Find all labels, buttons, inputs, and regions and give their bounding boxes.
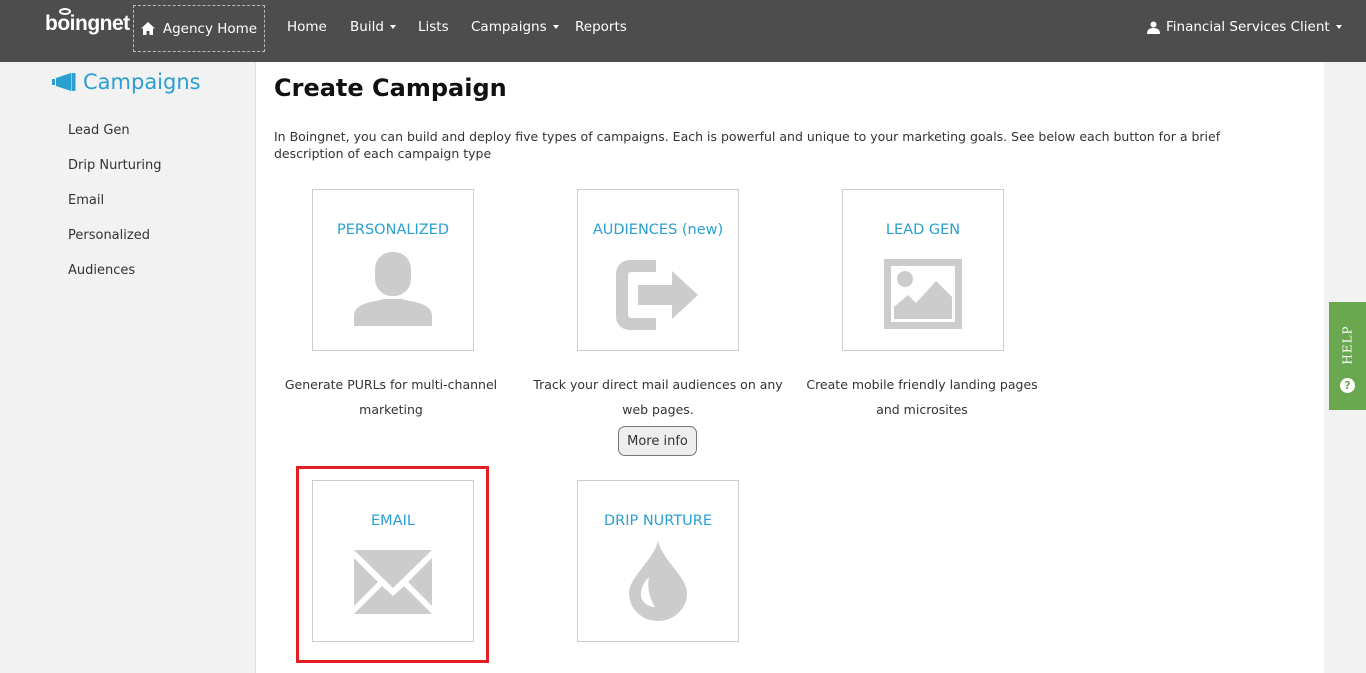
user-name: Financial Services Client xyxy=(1166,19,1330,35)
sidebar-item-drip-nurturing[interactable]: Drip Nurturing xyxy=(68,158,161,173)
sidebar-item-email[interactable]: Email xyxy=(68,193,104,208)
card-title: LEAD GEN xyxy=(885,222,961,238)
water-drop-icon xyxy=(629,541,687,621)
home-icon xyxy=(140,22,155,35)
caret-down-icon xyxy=(1335,25,1342,29)
card-title: DRIP NURTURE xyxy=(603,513,713,529)
nav-lists[interactable]: Lists xyxy=(418,0,449,54)
drip-nurture-card[interactable]: DRIP NURTURE xyxy=(577,480,739,642)
nav-campaigns[interactable]: Campaigns xyxy=(471,0,559,54)
question-icon: ? xyxy=(1340,378,1355,393)
personalized-card[interactable]: PERSONALIZED xyxy=(312,189,474,351)
sign-out-arrow-icon xyxy=(616,260,698,330)
boingnet-logo[interactable]: boingnet xyxy=(45,8,130,36)
agency-home-label: Agency Home xyxy=(162,20,258,37)
nav-build[interactable]: Build xyxy=(350,0,396,54)
intro-text: In Boingnet, you can build and deploy fi… xyxy=(274,129,1221,161)
user-menu[interactable]: Financial Services Client xyxy=(1147,0,1342,54)
lead-gen-card[interactable]: LEAD GEN xyxy=(842,189,1004,351)
more-info-button[interactable]: More info xyxy=(618,426,697,456)
sidebar-item-audiences[interactable]: Audiences xyxy=(68,263,135,278)
sidebar: Campaigns Lead Gen Drip Nurturing Email … xyxy=(0,62,256,673)
sidebar-title: Campaigns xyxy=(52,70,201,94)
caret-down-icon xyxy=(552,25,559,29)
image-picture-icon xyxy=(884,259,962,329)
help-label: HELP xyxy=(1341,325,1355,365)
sidebar-item-personalized[interactable]: Personalized xyxy=(68,228,150,243)
logo-halo xyxy=(59,8,71,15)
personalized-description: Generate PURLs for multi-channel marketi… xyxy=(284,377,498,417)
audiences-description: Track your direct mail audiences on any … xyxy=(533,377,783,417)
email-card-highlight xyxy=(296,466,489,663)
nav-reports[interactable]: Reports xyxy=(575,0,627,54)
top-navbar: boingnet Agency Home Home Build Lists Ca… xyxy=(0,0,1366,62)
page-title: Create Campaign xyxy=(274,74,507,102)
card-title: PERSONALIZED xyxy=(337,222,449,238)
sidebar-item-lead-gen[interactable]: Lead Gen xyxy=(68,123,130,138)
megaphone-icon xyxy=(52,73,76,91)
nav-home[interactable]: Home xyxy=(287,0,327,54)
caret-down-icon xyxy=(389,25,396,29)
help-tab[interactable]: HELP ? xyxy=(1329,302,1366,410)
lead-gen-description: Create mobile friendly landing pages and… xyxy=(806,377,1038,417)
card-title: AUDIENCES (new) xyxy=(592,222,724,238)
audiences-card[interactable]: AUDIENCES (new) xyxy=(577,189,739,351)
user-silhouette-icon xyxy=(354,252,432,326)
user-icon xyxy=(1147,21,1160,34)
agency-home-button[interactable]: Agency Home xyxy=(133,5,265,52)
